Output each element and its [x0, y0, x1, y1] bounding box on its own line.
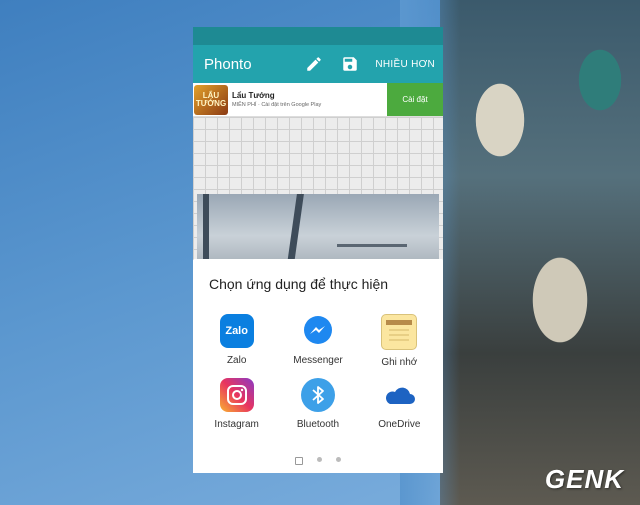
- share-app-label: Instagram: [214, 419, 259, 430]
- ad-banner[interactable]: LẨU TƯỚNG Lẩu Tướng MIỄN PHÍ · Cài đặt t…: [193, 83, 443, 117]
- editor-canvas[interactable]: [193, 117, 443, 264]
- page-dot[interactable]: [336, 457, 341, 462]
- ad-text: Lẩu Tướng MIỄN PHÍ · Cài đặt trên Google…: [228, 91, 387, 108]
- share-sheet-title: Chọn ứng dụng để thực hiện: [209, 276, 389, 292]
- share-app-onedrive[interactable]: OneDrive: [359, 378, 440, 430]
- share-app-label: Zalo: [226, 355, 247, 366]
- instagram-icon: [219, 378, 254, 412]
- share-app-memo[interactable]: Ghi nhớ: [359, 314, 440, 368]
- pencil-icon[interactable]: [303, 53, 325, 75]
- share-app-instagram[interactable]: Instagram: [196, 378, 277, 430]
- phone-screen: Phonto NHIỀU HƠN LẨU TƯỚNG Lẩu Tướng MIỄ…: [193, 27, 443, 473]
- app-title: Phonto: [204, 55, 252, 73]
- page-indicator: [193, 457, 443, 465]
- share-app-zalo[interactable]: Zalo Zalo: [196, 314, 277, 368]
- ad-app-name: Lẩu Tướng: [232, 91, 275, 100]
- share-app-label: Ghi nhớ: [381, 357, 418, 368]
- share-app-label: OneDrive: [378, 419, 421, 430]
- ad-logo-text: LẨU TƯỚNG: [195, 90, 227, 108]
- page-dot[interactable]: [317, 457, 322, 462]
- share-sheet: Chọn ứng dụng để thực hiện Zalo Zalo Mes…: [193, 259, 443, 473]
- more-button[interactable]: NHIỀU HƠN: [375, 59, 435, 70]
- app-bar: Phonto NHIỀU HƠN: [193, 45, 443, 83]
- share-app-grid: Zalo Zalo Messenger Ghi nhớ Instagram Bl…: [193, 314, 443, 430]
- genk-watermark: GENK: [544, 464, 624, 494]
- status-bar: [193, 27, 443, 45]
- photo-preview[interactable]: [197, 194, 439, 264]
- messenger-icon: [301, 314, 335, 348]
- onedrive-icon: [382, 378, 416, 412]
- page-dot-active[interactable]: [295, 457, 303, 465]
- share-app-bluetooth[interactable]: Bluetooth: [277, 378, 358, 430]
- ad-logo: LẨU TƯỚNG: [194, 84, 228, 115]
- background-photo: [400, 0, 640, 505]
- share-app-label: Messenger: [293, 355, 343, 366]
- ad-install-button[interactable]: Cài đặt: [387, 83, 443, 116]
- memo-icon: [381, 314, 418, 350]
- save-icon[interactable]: [339, 53, 361, 75]
- ad-subtitle: MIỄN PHÍ · Cài đặt trên Google Play: [232, 102, 322, 108]
- share-app-label: Bluetooth: [296, 419, 340, 430]
- bluetooth-icon: [300, 378, 335, 412]
- zalo-icon: Zalo: [219, 314, 254, 348]
- share-app-messenger[interactable]: Messenger: [277, 314, 358, 368]
